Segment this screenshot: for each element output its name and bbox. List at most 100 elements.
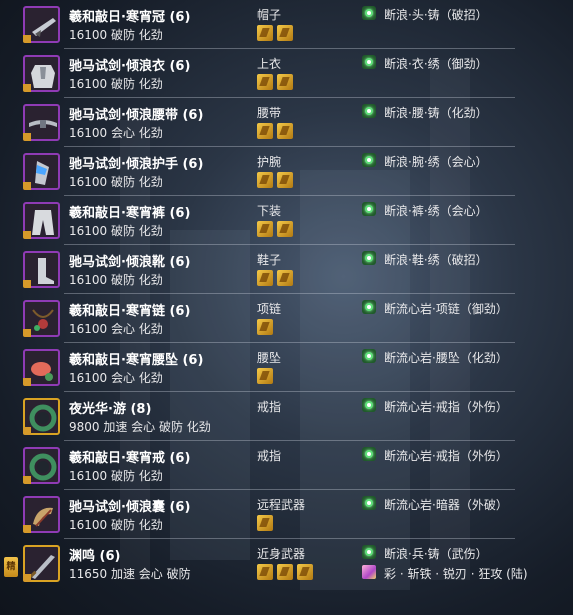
equipment-row[interactable]: 渊鸣 (6) 11650 加速 会心 破防 近身武器 断浪·兵·铸（武伤） 彩 · 斩铁… xyxy=(0,539,573,588)
equipment-row[interactable]: 羲和敲日·寒宵裤 (6) 16100 破防 化劲 下装 断浪·裤·绣（会心） xyxy=(0,196,573,245)
weapon-icon[interactable] xyxy=(23,545,60,582)
socket-group xyxy=(257,368,277,384)
item-stats: 9800 加速 会心 破防 化劲 xyxy=(69,420,211,434)
item-name: 羲和敲日·寒宵冠 (6) xyxy=(69,10,191,25)
item-name: 驰马试剑·倾浪囊 (6) xyxy=(69,500,191,515)
necklace-icon[interactable] xyxy=(23,300,60,337)
enchant-label: 断浪·腕·绣（会心） xyxy=(384,155,488,169)
item-stats: 16100 破防 化劲 xyxy=(69,77,163,91)
enchant-icon xyxy=(362,55,376,69)
enchant-label: 断流心岩·暗器（外破） xyxy=(384,498,508,512)
item-stats: 16100 破防 化劲 xyxy=(69,518,163,532)
socket-group xyxy=(257,319,277,335)
enchant-label: 断浪·衣·绣（御劲） xyxy=(384,57,488,71)
bracer-icon[interactable] xyxy=(23,153,60,190)
equipment-row[interactable]: 羲和敲日·寒宵链 (6) 16100 会心 化劲 项链 断流心岩·项链（御劲） xyxy=(0,294,573,343)
pants-icon[interactable] xyxy=(23,202,60,239)
gem-socket-icon[interactable] xyxy=(257,270,273,286)
socket-group xyxy=(257,564,317,580)
equipment-row[interactable]: 羲和敲日·寒宵腰坠 (6) 16100 会心 化劲 腰坠 断流心岩·腰坠（化劲） xyxy=(0,343,573,392)
item-slot: 腰坠 xyxy=(257,351,282,365)
chest-armor-icon[interactable] xyxy=(23,55,60,92)
ring-icon[interactable] xyxy=(23,398,60,435)
enchant-icon xyxy=(362,251,376,265)
gem-socket-icon[interactable] xyxy=(277,25,293,41)
equipment-row[interactable]: 夜光华·游 (8) 9800 加速 会心 破防 化劲 戒指 断流心岩·戒指（外伤） xyxy=(0,392,573,441)
item-name: 渊鸣 (6) xyxy=(69,549,121,564)
gem-socket-icon[interactable] xyxy=(257,221,273,237)
socket-group xyxy=(257,74,297,90)
gem-socket-icon[interactable] xyxy=(257,368,273,384)
enchant-label: 断浪·鞋·绣（破招） xyxy=(384,253,488,267)
item-slot: 护腕 xyxy=(257,155,282,169)
equipment-row[interactable]: 驰马试剑·倾浪护手 (6) 16100 破防 化劲 护腕 断浪·腕·绣（会心） xyxy=(0,147,573,196)
equipment-row[interactable]: 羲和敲日·寒宵冠 (6) 16100 破防 化劲 帽子 断浪·头·铸（破招） xyxy=(0,0,573,49)
boots-icon[interactable] xyxy=(23,251,60,288)
item-name: 羲和敲日·寒宵腰坠 (6) xyxy=(69,353,204,368)
gem-socket-icon[interactable] xyxy=(277,172,293,188)
item-slot: 上衣 xyxy=(257,57,282,71)
enchant-icon xyxy=(362,447,376,461)
enchant-icon xyxy=(362,496,376,510)
quality-corner-icon xyxy=(23,378,31,386)
item-name: 羲和敲日·寒宵链 (6) xyxy=(69,304,191,319)
quiver-icon[interactable] xyxy=(23,496,60,533)
gem-socket-icon[interactable] xyxy=(277,564,293,580)
colored-gem-label: 彩 · 斩铁 · 锐刃 · 狂攻 (陆) xyxy=(384,567,528,581)
item-name: 羲和敲日·寒宵裤 (6) xyxy=(69,206,191,221)
equipment-row[interactable]: 驰马试剑·倾浪衣 (6) 16100 破防 化劲 上衣 断浪·衣·绣（御劲） xyxy=(0,49,573,98)
item-name: 驰马试剑·倾浪靴 (6) xyxy=(69,255,191,270)
quality-corner-icon xyxy=(23,574,31,582)
pendant-icon[interactable] xyxy=(23,349,60,386)
gem-socket-icon[interactable] xyxy=(277,221,293,237)
socket-group xyxy=(257,25,297,41)
quality-corner-icon xyxy=(23,280,31,288)
enchant-icon xyxy=(362,202,376,216)
item-stats: 16100 破防 化劲 xyxy=(69,175,163,189)
quality-corner-icon xyxy=(23,476,31,484)
gem-socket-icon[interactable] xyxy=(257,515,273,531)
equipment-row[interactable]: 驰马试剑·倾浪靴 (6) 16100 破防 化劲 鞋子 断浪·鞋·绣（破招） xyxy=(0,245,573,294)
item-name: 驰马试剑·倾浪护手 (6) xyxy=(69,157,204,172)
item-slot: 戒指 xyxy=(257,449,282,463)
socket-group xyxy=(257,123,297,139)
enchant-icon xyxy=(362,153,376,167)
quality-corner-icon xyxy=(23,427,31,435)
item-slot: 腰带 xyxy=(257,106,282,120)
quality-corner-icon xyxy=(23,525,31,533)
item-stats: 16100 破防 化劲 xyxy=(69,28,163,42)
enchant-label: 断流心岩·戒指（外伤） xyxy=(384,400,508,414)
gem-socket-icon[interactable] xyxy=(297,564,313,580)
gem-socket-icon[interactable] xyxy=(257,172,273,188)
socket-group xyxy=(257,221,297,237)
gem-socket-icon[interactable] xyxy=(257,319,273,335)
helmet-icon[interactable] xyxy=(23,6,60,43)
item-stats: 16100 会心 化劲 xyxy=(69,126,163,140)
gem-socket-icon[interactable] xyxy=(277,74,293,90)
enchant-icon xyxy=(362,545,376,559)
item-slot: 远程武器 xyxy=(257,498,306,512)
gem-socket-icon[interactable] xyxy=(257,564,273,580)
item-slot: 下装 xyxy=(257,204,282,218)
item-stats: 16100 会心 化劲 xyxy=(69,322,163,336)
equipment-row[interactable]: 驰马试剑·倾浪腰带 (6) 16100 会心 化劲 腰带 断浪·腰·铸（化劲） xyxy=(0,98,573,147)
gem-socket-icon[interactable] xyxy=(277,270,293,286)
enchant-label: 断浪·头·铸（破招） xyxy=(384,8,488,22)
item-slot: 戒指 xyxy=(257,400,282,414)
enchant-icon xyxy=(362,104,376,118)
belt-icon[interactable] xyxy=(23,104,60,141)
socket-group xyxy=(257,515,277,531)
item-name: 驰马试剑·倾浪衣 (6) xyxy=(69,59,191,74)
gem-socket-icon[interactable] xyxy=(257,123,273,139)
enchant-label: 断流心岩·戒指（外伤） xyxy=(384,449,508,463)
weapon-refine-badge: 精 xyxy=(4,557,18,577)
gem-socket-icon[interactable] xyxy=(277,123,293,139)
equipment-row[interactable]: 羲和敲日·寒宵戒 (6) 16100 破防 化劲 戒指 断流心岩·戒指（外伤） xyxy=(0,441,573,490)
quality-corner-icon xyxy=(23,35,31,43)
equipment-row[interactable]: 驰马试剑·倾浪囊 (6) 16100 破防 化劲 远程武器 断流心岩·暗器（外破） xyxy=(0,490,573,539)
enchant-label: 断流心岩·项链（御劲） xyxy=(384,302,508,316)
ring-icon[interactable] xyxy=(23,447,60,484)
gem-socket-icon[interactable] xyxy=(257,25,273,41)
enchant-icon xyxy=(362,349,376,363)
gem-socket-icon[interactable] xyxy=(257,74,273,90)
